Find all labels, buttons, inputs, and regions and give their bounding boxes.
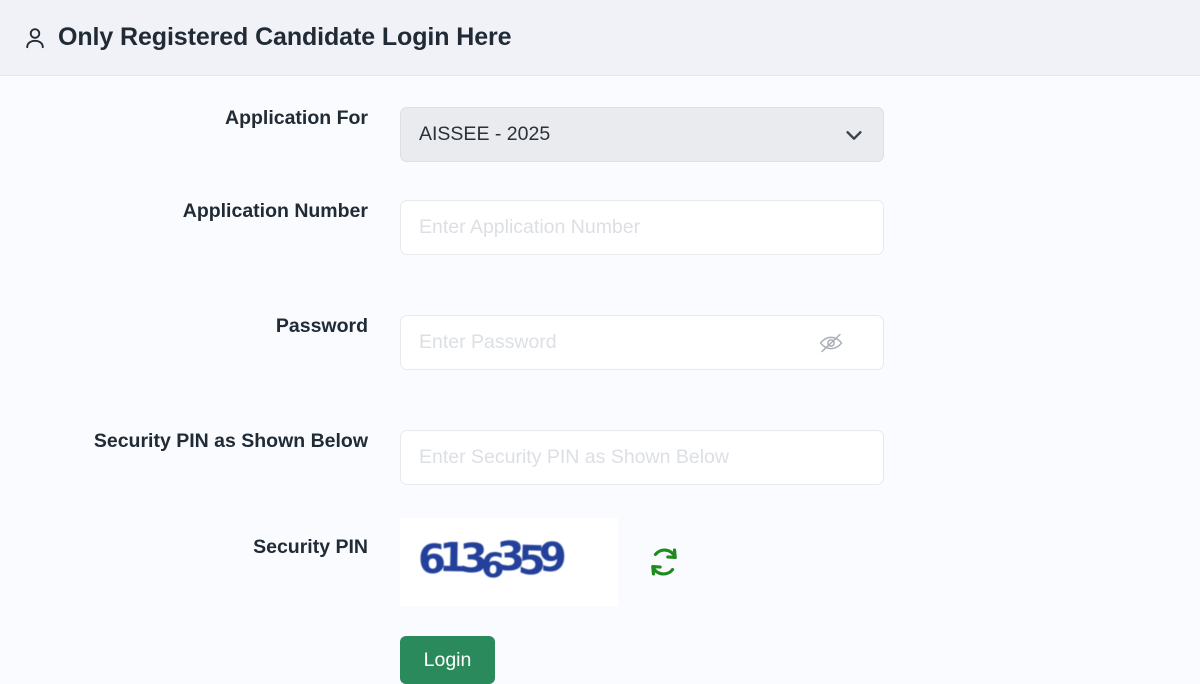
refresh-icon[interactable] bbox=[648, 546, 680, 578]
control-security-pin-input bbox=[400, 430, 884, 485]
login-button[interactable]: Login bbox=[400, 636, 495, 684]
application-number-input[interactable] bbox=[400, 200, 884, 255]
login-form: Application For AISSEE - 2025 Applicatio… bbox=[0, 76, 1200, 684]
control-application-number bbox=[400, 200, 884, 255]
password-holder bbox=[400, 315, 884, 370]
label-password: Password bbox=[275, 315, 368, 337]
row-application-number: Application Number bbox=[0, 200, 884, 255]
eye-slash-icon[interactable] bbox=[818, 332, 844, 354]
label-application-for: Application For bbox=[225, 107, 368, 129]
header-inner: Only Registered Candidate Login Here bbox=[24, 23, 512, 52]
captcha-image: 6136359 bbox=[400, 518, 618, 606]
row-application-for: Application For AISSEE - 2025 bbox=[0, 107, 884, 162]
row-password: Password bbox=[0, 315, 884, 370]
row-security-pin-image: Security PIN 6136359 bbox=[0, 518, 884, 606]
application-for-select[interactable]: AISSEE - 2025 bbox=[400, 107, 884, 162]
captcha-text: 6136359 bbox=[417, 533, 561, 587]
control-password bbox=[400, 315, 884, 370]
security-pin-holder bbox=[400, 430, 884, 485]
user-icon bbox=[24, 26, 46, 50]
control-security-pin-image: 6136359 bbox=[400, 518, 884, 606]
security-pin-input[interactable] bbox=[400, 430, 884, 485]
password-input[interactable] bbox=[400, 315, 884, 370]
application-for-selected-value: AISSEE - 2025 bbox=[419, 123, 551, 145]
row-security-pin-input: Security PIN as Shown Below bbox=[0, 430, 884, 485]
page-title: Only Registered Candidate Login Here bbox=[58, 23, 512, 51]
label-security-pin-as-shown-below: Security PIN as Shown Below bbox=[93, 430, 368, 452]
label-security-pin: Security PIN bbox=[253, 536, 368, 558]
chevron-down-icon bbox=[843, 124, 865, 146]
page-header: Only Registered Candidate Login Here bbox=[0, 0, 1200, 76]
control-submit: Login bbox=[400, 636, 884, 684]
label-application-number: Application Number bbox=[182, 200, 368, 222]
control-application-for: AISSEE - 2025 bbox=[400, 107, 884, 162]
row-submit: Login bbox=[0, 636, 884, 684]
application-number-holder bbox=[400, 200, 884, 255]
